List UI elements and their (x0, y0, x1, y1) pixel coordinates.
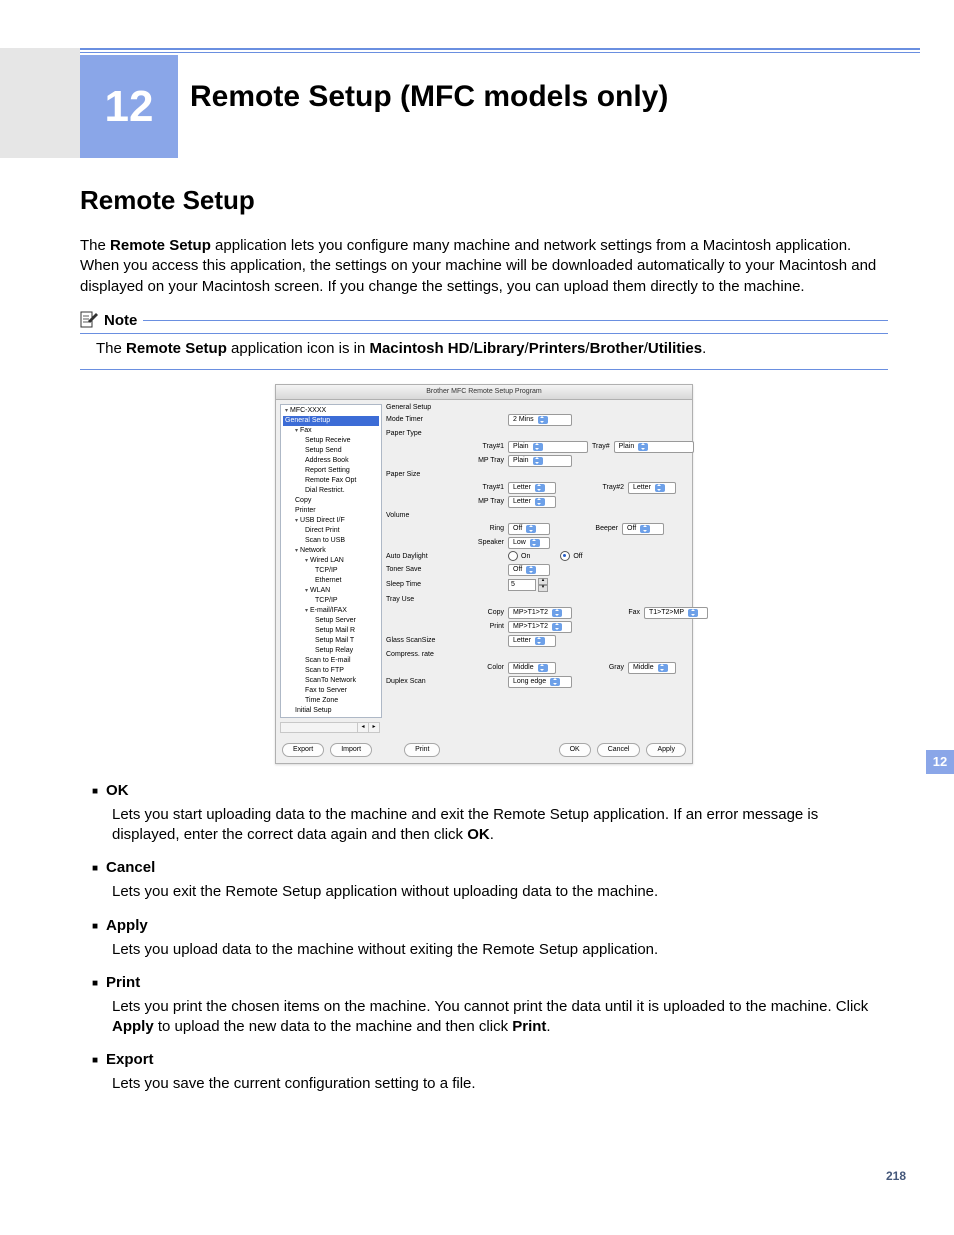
tray-use-print-select[interactable]: MP>T1>T2 (508, 621, 572, 633)
auto-daylight-on-radio[interactable] (508, 551, 518, 561)
note-box: Note The Remote Setup application icon i… (80, 311, 888, 370)
tree-item[interactable]: Copy (281, 496, 381, 506)
glass-scansize-label: Glass ScanSize (386, 637, 454, 644)
tree-item[interactable]: Ethernet (281, 576, 381, 586)
tree-item[interactable]: ScanTo Network (281, 676, 381, 686)
page-number: 218 (886, 1169, 906, 1183)
definition-desc: Lets you print the chosen items on the m… (112, 997, 888, 1038)
ok-button[interactable]: OK (559, 743, 591, 757)
tree-item[interactable]: TCP/IP (281, 596, 381, 606)
paper-type-label: Paper Type (386, 430, 454, 437)
tree-item[interactable]: Setup Server (281, 616, 381, 626)
tree-item[interactable]: Setup Mail R (281, 626, 381, 636)
volume-ring-select[interactable]: Off (508, 523, 550, 535)
compress-rate-label: Compress. rate (386, 651, 454, 658)
tree-item[interactable]: Setup Mail T (281, 636, 381, 646)
definition-desc: Lets you upload data to the machine with… (112, 940, 888, 960)
section-heading: Remote Setup (80, 185, 888, 216)
sleep-time-label: Sleep Time (386, 581, 454, 588)
paper-type-traypound-select[interactable]: Plain (614, 441, 694, 453)
paper-type-tray1-select[interactable]: Plain (508, 441, 588, 453)
paper-type-mptray-select[interactable]: Plain (508, 455, 572, 467)
tree-item[interactable]: WLAN (281, 586, 381, 596)
tree-item[interactable]: Direct Print (281, 526, 381, 536)
paper-size-mptray-select[interactable]: Letter (508, 496, 556, 508)
tree-item[interactable]: Printer (281, 506, 381, 516)
volume-beeper-select[interactable]: Off (622, 523, 664, 535)
tree-item[interactable]: Time Zone (281, 696, 381, 706)
tree-scroll-left-icon[interactable]: ◂ (357, 723, 368, 732)
tree-item[interactable]: Scan to FTP (281, 666, 381, 676)
form-title: General Setup (386, 404, 708, 411)
tree-item[interactable]: Setup Send (281, 446, 381, 456)
definition-desc: Lets you start uploading data to the mac… (112, 805, 888, 846)
import-button[interactable]: Import (330, 743, 372, 757)
settings-form: General Setup Mode Timer 2 Mins Paper Ty… (384, 400, 712, 737)
tree-root[interactable]: MFC-XXXX (281, 406, 381, 416)
auto-daylight-label: Auto Daylight (386, 553, 454, 560)
definition-term: Print (92, 974, 888, 991)
settings-tree[interactable]: MFC-XXXXGeneral SetupFaxSetup ReceiveSet… (280, 404, 382, 718)
glass-scansize-select[interactable]: Letter (508, 635, 556, 647)
tree-item[interactable]: E-mail/IFAX (281, 606, 381, 616)
toner-save-label: Toner Save (386, 566, 454, 573)
app-titlebar: Brother MFC Remote Setup Program (276, 385, 692, 400)
tree-item[interactable]: Scan to E-mail (281, 656, 381, 666)
chapter-title: Remote Setup (MFC models only) (190, 80, 668, 114)
auto-daylight-off-radio[interactable] (560, 551, 570, 561)
toner-save-select[interactable]: Off (508, 564, 550, 576)
paper-size-tray1-select[interactable]: Letter (508, 482, 556, 494)
apply-button[interactable]: Apply (646, 743, 686, 757)
note-body: The Remote Setup application icon is in … (80, 334, 888, 370)
print-button[interactable]: Print (404, 743, 440, 757)
export-button[interactable]: Export (282, 743, 324, 757)
tray-use-label: Tray Use (386, 596, 454, 603)
tree-item[interactable]: Fax (281, 426, 381, 436)
tray-use-copy-select[interactable]: MP>T1>T2 (508, 607, 572, 619)
definition-term: Cancel (92, 859, 888, 876)
tree-item[interactable]: Wired LAN (281, 556, 381, 566)
mode-timer-label: Mode Timer (386, 416, 454, 423)
note-pencil-icon (80, 311, 100, 331)
chapter-number-badge: 12 (80, 55, 178, 158)
definition-term: Export (92, 1051, 888, 1068)
tree-scroll-right-icon[interactable]: ▸ (368, 723, 379, 732)
duplex-scan-select[interactable]: Long edge (508, 676, 572, 688)
duplex-scan-label: Duplex Scan (386, 678, 454, 685)
definition-term: Apply (92, 917, 888, 934)
tree-item[interactable]: General Setup (283, 416, 379, 426)
tree-item[interactable]: Network (281, 546, 381, 556)
mode-timer-select[interactable]: 2 Mins (508, 414, 572, 426)
tray-use-fax-select[interactable]: T1>T2>MP (644, 607, 708, 619)
definition-desc: Lets you save the current configuration … (112, 1074, 888, 1094)
tree-item[interactable]: Dial Restrict. (281, 486, 381, 496)
definition-term: OK (92, 782, 888, 799)
note-label: Note (104, 312, 137, 329)
definition-desc: Lets you exit the Remote Setup applicati… (112, 882, 888, 902)
tree-item[interactable]: Scan to USB (281, 536, 381, 546)
tree-item[interactable]: Setup Relay (281, 646, 381, 656)
paper-size-tray2-select[interactable]: Letter (628, 482, 676, 494)
app-window: Brother MFC Remote Setup Program MFC-XXX… (275, 384, 693, 764)
tree-item[interactable]: Remote Fax Opt (281, 476, 381, 486)
tree-item[interactable]: Address Book (281, 456, 381, 466)
volume-label: Volume (386, 512, 454, 519)
sleep-time-stepper[interactable]: ▴▾ (508, 578, 548, 592)
tree-item[interactable]: TCP/IP (281, 566, 381, 576)
compress-gray-select[interactable]: Middle (628, 662, 676, 674)
tree-item[interactable]: Report Setting (281, 466, 381, 476)
volume-speaker-select[interactable]: Low (508, 537, 550, 549)
tree-item[interactable]: Setup Receive (281, 436, 381, 446)
compress-color-select[interactable]: Middle (508, 662, 556, 674)
intro-paragraph: The Remote Setup application lets you co… (80, 236, 888, 297)
tree-item[interactable]: Initial Setup (281, 706, 381, 716)
cancel-button[interactable]: Cancel (597, 743, 641, 757)
paper-size-label: Paper Size (386, 471, 454, 478)
definitions-list: OK Lets you start uploading data to the m… (80, 782, 888, 1095)
side-chapter-tab: 12 (926, 750, 954, 774)
tree-item[interactable]: USB Direct I/F (281, 516, 381, 526)
tree-item[interactable]: Fax to Server (281, 686, 381, 696)
